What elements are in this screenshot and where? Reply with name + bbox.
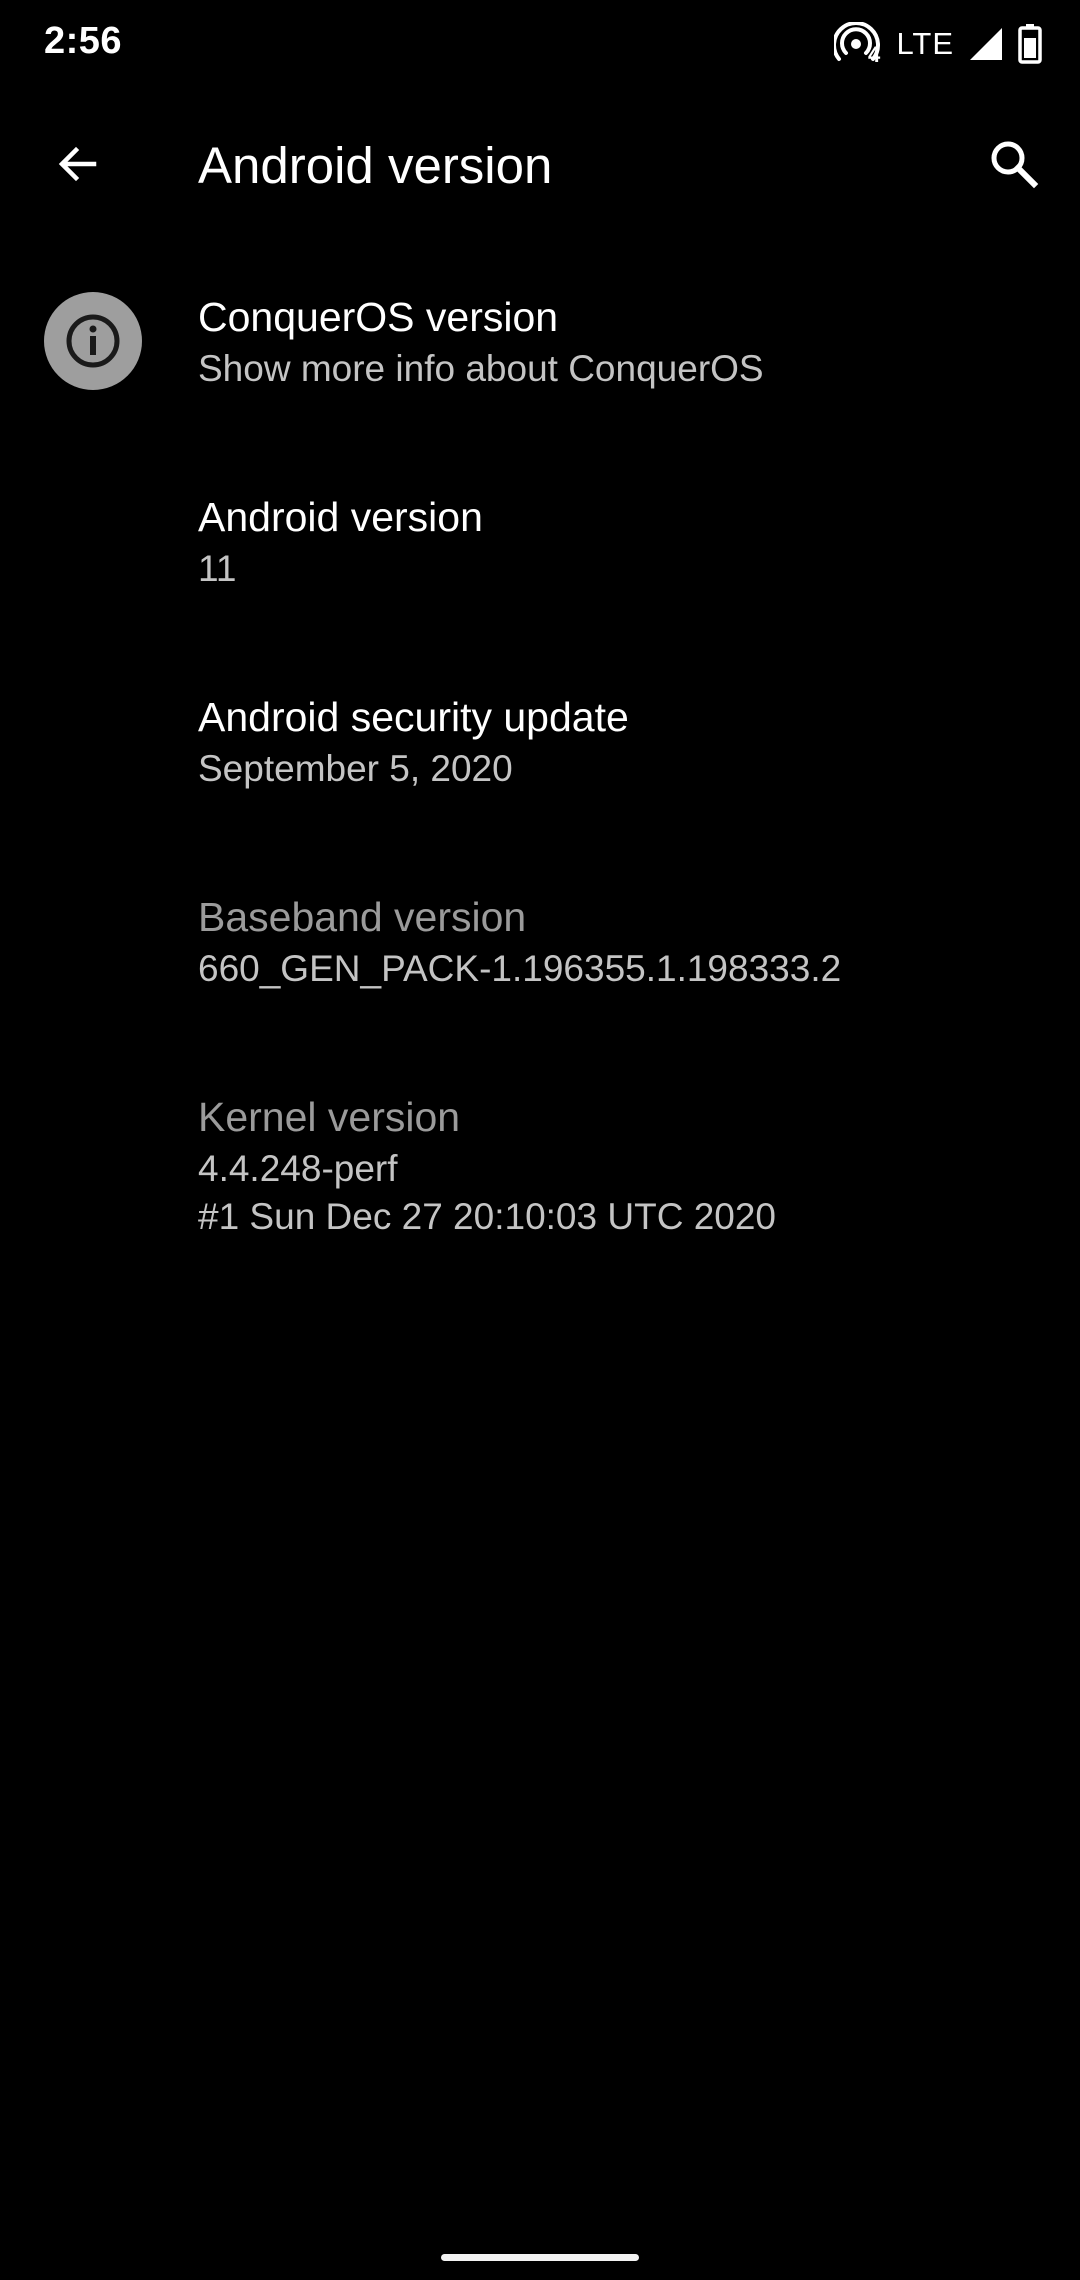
signal-icon bbox=[968, 26, 1004, 62]
info-icon bbox=[44, 292, 142, 390]
status-icons: 4 LTE bbox=[820, 22, 1042, 66]
pref-summary: September 5, 2020 bbox=[198, 748, 513, 789]
preference-list: ConquerOS version Show more info about C… bbox=[0, 256, 1080, 1302]
pref-summary: 660_GEN_PACK-1.196355.1.198333.2 bbox=[198, 948, 842, 989]
pref-text: Kernel version 4.4.248-perf #1 Sun Dec 2… bbox=[198, 1090, 1040, 1240]
pref-conqueros-version[interactable]: ConquerOS version Show more info about C… bbox=[0, 256, 1080, 456]
pref-text: Baseband version 660_GEN_PACK-1.196355.1… bbox=[198, 890, 1040, 992]
hotspot-count: 4 bbox=[868, 42, 881, 66]
page-title: Android version bbox=[198, 137, 553, 194]
hotspot-icon: 4 bbox=[834, 22, 882, 66]
pref-title: Android version bbox=[198, 494, 483, 540]
pref-title: Android security update bbox=[198, 694, 629, 740]
network-type: LTE bbox=[896, 26, 954, 61]
status-time: 2:56 bbox=[44, 20, 123, 62]
search-button[interactable] bbox=[978, 128, 1050, 200]
pref-android-version[interactable]: Android version 11 bbox=[0, 456, 1080, 656]
pref-baseband-version: Baseband version 660_GEN_PACK-1.196355.1… bbox=[0, 856, 1080, 1056]
pref-title: ConquerOS version bbox=[198, 294, 559, 340]
app-bar: Android version bbox=[0, 100, 1080, 230]
pref-summary-line: 4.4.248-perf bbox=[198, 1148, 398, 1189]
pref-title: Baseband version bbox=[198, 894, 527, 940]
back-button[interactable] bbox=[42, 128, 114, 200]
pref-security-update[interactable]: Android security update September 5, 202… bbox=[0, 656, 1080, 856]
pref-kernel-version: Kernel version 4.4.248-perf #1 Sun Dec 2… bbox=[0, 1056, 1080, 1302]
pref-summary: Show more info about ConquerOS bbox=[198, 348, 764, 389]
pref-text: Android security update September 5, 202… bbox=[198, 690, 1040, 792]
pref-title: Kernel version bbox=[198, 1094, 461, 1140]
search-icon bbox=[991, 141, 1039, 189]
status-bar: 2:56 4 LTE bbox=[0, 0, 1080, 90]
pref-summary: 11 bbox=[198, 548, 237, 589]
pref-summary-line: #1 Sun Dec 27 20:10:03 UTC 2020 bbox=[198, 1196, 776, 1237]
pref-text: Android version 11 bbox=[198, 490, 1040, 592]
arrow-back-icon bbox=[58, 146, 97, 182]
pref-text: ConquerOS version Show more info about C… bbox=[198, 290, 1040, 392]
gesture-nav-handle[interactable] bbox=[441, 2254, 639, 2261]
battery-icon bbox=[1018, 24, 1042, 64]
